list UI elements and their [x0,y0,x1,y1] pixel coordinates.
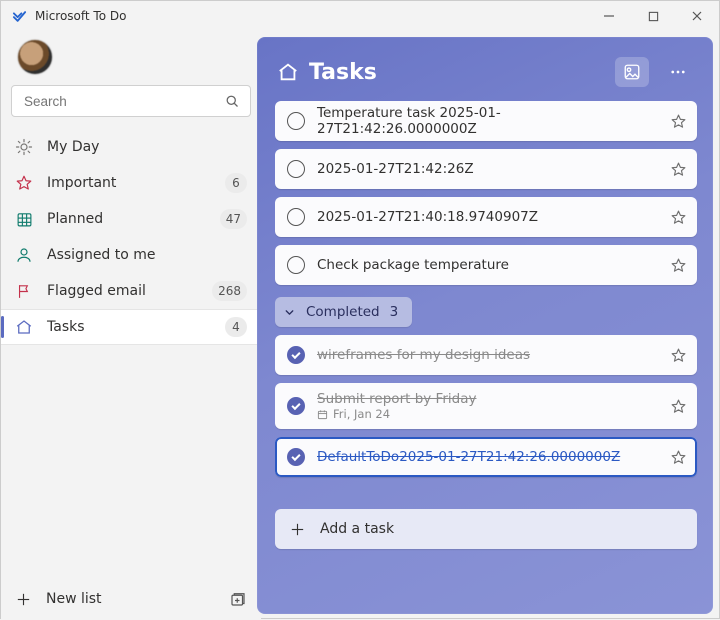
sidebar-item-count: 268 [212,281,247,301]
search-input[interactable] [22,93,225,110]
completed-count: 3 [390,304,399,320]
sidebar-item-flagged[interactable]: Flagged email 268 [1,273,261,309]
task-title: 2025-01-27T21:40:18.9740907Z [317,209,658,225]
sidebar-item-assigned[interactable]: Assigned to me [1,237,261,273]
task-title: wireframes for my design ideas [317,347,658,363]
sidebar-bottom: New list [1,578,261,620]
task-title: DefaultToDo2025-01-27T21:42:26.0000000Z [317,449,658,465]
task-due-date: Fri, Jan 24 [333,407,390,421]
sidebar-item-count: 4 [225,317,247,337]
star-icon [15,174,33,192]
page-title: Tasks [309,60,377,85]
star-icon[interactable] [670,113,687,130]
home-icon [277,61,299,83]
plus-icon [289,521,306,538]
task-complete-toggle[interactable] [287,397,305,415]
task-title: Check package temperature [317,257,658,273]
task-complete-toggle[interactable] [287,208,305,226]
page-title-row: Tasks [277,60,377,85]
task-complete-toggle[interactable] [287,256,305,274]
task-title: Temperature task 2025-01-27T21:42:26.000… [317,105,658,137]
sidebar-item-count: 47 [220,209,247,229]
chevron-down-icon [283,306,296,319]
flag-icon [15,282,33,300]
star-icon[interactable] [670,161,687,178]
main-panel: Tasks Temperature task 2025-01-27T21:42:… [257,37,713,614]
task-due-row: Fri, Jan 24 [317,407,658,421]
sidebar-item-label: Planned [47,211,206,227]
person-icon [15,246,33,264]
calendar-icon [15,210,33,228]
window-maximize-button[interactable] [631,1,675,31]
tasks-list: Temperature task 2025-01-27T21:42:26.000… [275,101,699,600]
task-item[interactable]: 2025-01-27T21:42:26Z [275,149,697,189]
suggestions-button[interactable] [615,57,649,87]
star-icon[interactable] [670,449,687,466]
task-item[interactable]: Temperature task 2025-01-27T21:42:26.000… [275,101,697,141]
task-title: Submit report by Friday [317,391,658,407]
window-title: Microsoft To Do [35,9,126,23]
titlebar: Microsoft To Do [1,1,719,31]
app-icon [11,8,27,24]
star-icon[interactable] [670,209,687,226]
sidebar-item-myday[interactable]: My Day [1,129,261,165]
task-item-completed[interactable]: Submit report by Friday Fri, Jan 24 [275,383,697,429]
sidebar-item-important[interactable]: Important 6 [1,165,261,201]
calendar-icon [317,409,328,420]
sidebar-item-count: 6 [225,173,247,193]
task-complete-toggle[interactable] [287,448,305,466]
completed-section-toggle[interactable]: Completed 3 [275,297,412,327]
sidebar-item-planned[interactable]: Planned 47 [1,201,261,237]
sidebar-item-label: Important [47,175,211,191]
task-item[interactable]: 2025-01-27T21:40:18.9740907Z [275,197,697,237]
task-item-completed[interactable]: DefaultToDo2025-01-27T21:42:26.0000000Z [275,437,697,477]
task-complete-toggle[interactable] [287,112,305,130]
new-list-button[interactable]: New list [15,591,215,608]
app-body: My Day Important 6 Planned 47 [1,31,719,620]
completed-label: Completed [306,304,380,320]
sidebar-item-label: Tasks [47,319,211,335]
sidebar-item-label: Assigned to me [47,247,247,263]
more-options-button[interactable] [661,57,695,87]
main-header: Tasks [277,57,695,87]
sidebar: My Day Important 6 Planned 47 [1,31,261,620]
sun-icon [15,138,33,156]
search-box[interactable] [11,85,251,117]
star-icon[interactable] [670,398,687,415]
plus-icon [15,591,32,608]
window-close-button[interactable] [675,1,719,31]
task-complete-toggle[interactable] [287,160,305,178]
add-task-button[interactable]: Add a task [275,509,697,549]
star-icon[interactable] [670,257,687,274]
task-item-completed[interactable]: wireframes for my design ideas [275,335,697,375]
sidebar-list: My Day Important 6 Planned 47 [1,129,261,578]
avatar[interactable] [17,39,53,75]
sidebar-item-label: My Day [47,139,247,155]
task-item[interactable]: Check package temperature [275,245,697,285]
sidebar-item-label: Flagged email [47,283,198,299]
task-complete-toggle[interactable] [287,346,305,364]
new-list-label: New list [46,591,102,607]
window-minimize-button[interactable] [587,1,631,31]
sidebar-item-tasks[interactable]: Tasks 4 [1,309,261,345]
task-title: 2025-01-27T21:42:26Z [317,161,658,177]
star-icon[interactable] [670,347,687,364]
new-group-button[interactable] [229,590,247,608]
home-icon [15,318,33,336]
search-icon [225,94,240,109]
add-task-label: Add a task [320,521,394,537]
